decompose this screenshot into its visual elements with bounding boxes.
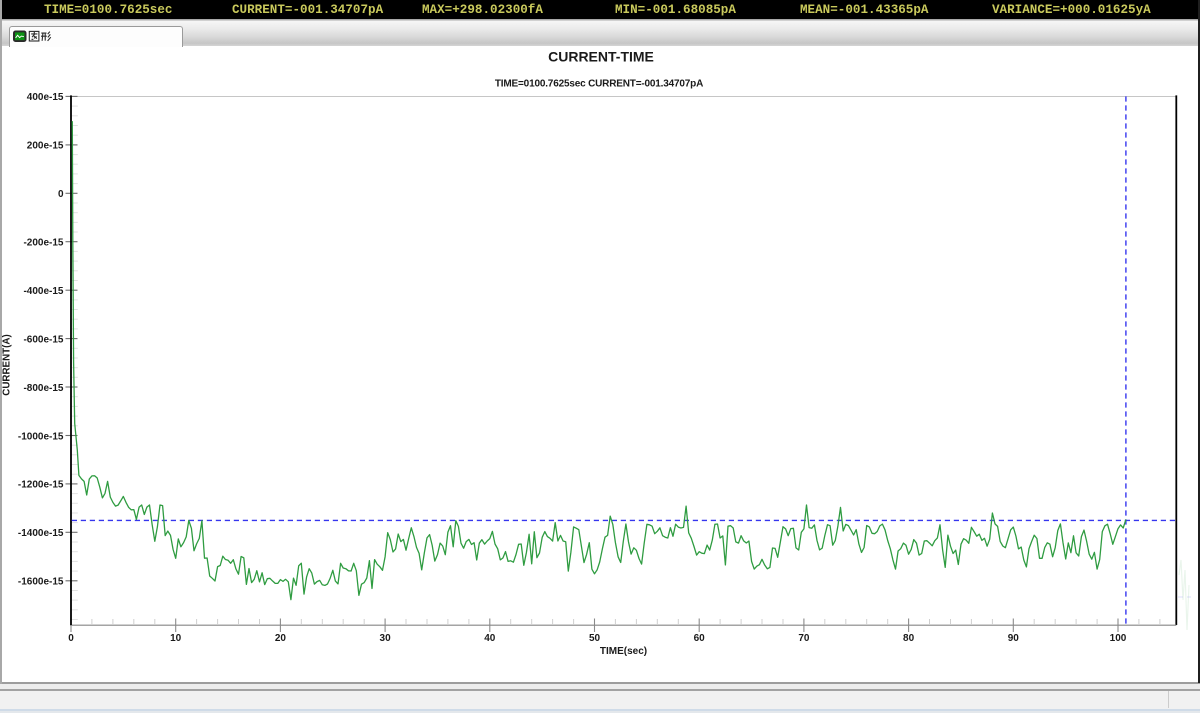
svg-text:0: 0	[58, 189, 64, 200]
svg-text:50: 50	[589, 633, 601, 644]
svg-text:-200e-15: -200e-15	[23, 238, 63, 249]
svg-text:-1000e-15: -1000e-15	[18, 431, 64, 442]
svg-text:-1200e-15: -1200e-15	[18, 480, 64, 491]
svg-text:-400e-15: -400e-15	[23, 286, 63, 297]
svg-text:20: 20	[275, 633, 287, 644]
svg-text:CURRENT(A): CURRENT(A)	[2, 334, 13, 396]
svg-text:70: 70	[798, 633, 810, 644]
svg-text:100: 100	[1110, 633, 1127, 644]
svg-text:80: 80	[903, 633, 915, 644]
svg-text:-600e-15: -600e-15	[23, 334, 63, 345]
svg-text:60: 60	[694, 633, 706, 644]
svg-text:30: 30	[380, 633, 392, 644]
svg-text:40: 40	[484, 633, 496, 644]
svg-text:-1600e-15: -1600e-15	[18, 577, 64, 588]
svg-text:TIME(sec): TIME(sec)	[600, 646, 647, 657]
svg-text:200e-15: 200e-15	[27, 141, 64, 152]
svg-text:10: 10	[170, 633, 182, 644]
svg-text:90: 90	[1008, 633, 1020, 644]
svg-text:-800e-15: -800e-15	[23, 383, 63, 394]
svg-text:TIME=0100.7625sec CURRENT=-001: TIME=0100.7625sec CURRENT=-001.34707pA	[495, 79, 703, 90]
svg-text:400e-15: 400e-15	[27, 92, 64, 103]
svg-text:CURRENT-TIME: CURRENT-TIME	[548, 49, 654, 65]
svg-text:0: 0	[68, 633, 74, 644]
svg-text:-1400e-15: -1400e-15	[18, 528, 64, 539]
